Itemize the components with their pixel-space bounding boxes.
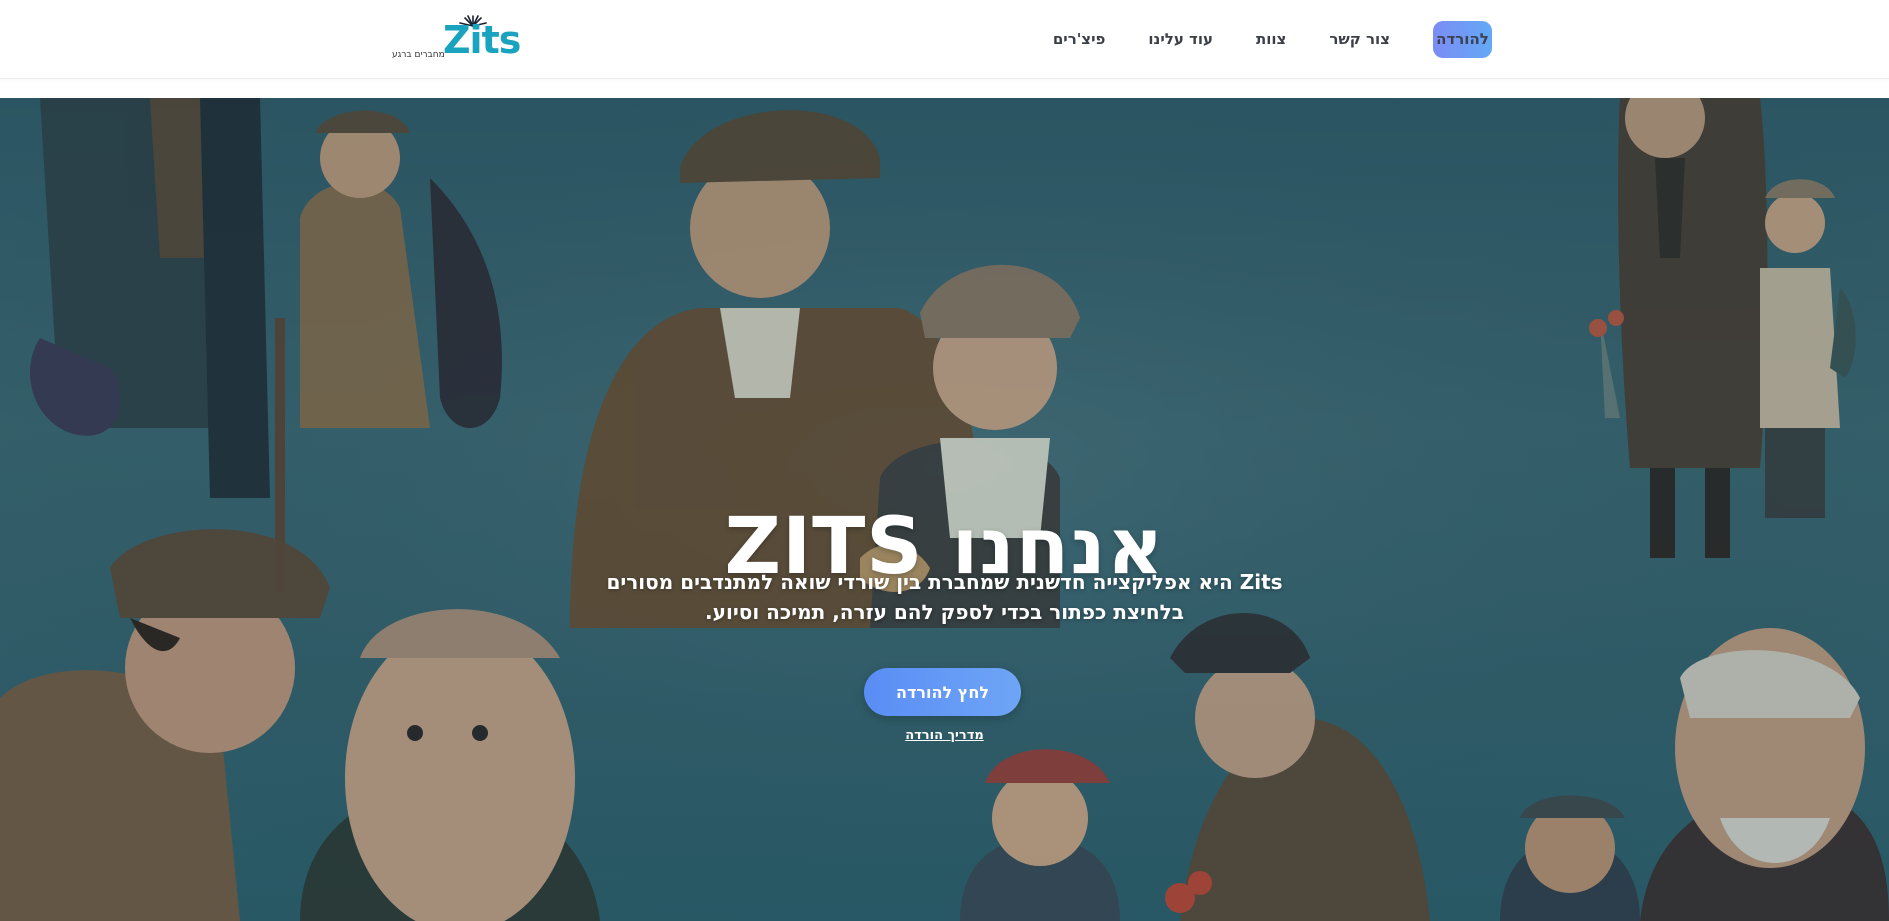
download-cta-button[interactable]: לחץ להורדה — [864, 668, 1021, 716]
zits-logo[interactable]: Zits מחברים ברגע — [390, 14, 521, 64]
logo-tagline: מחברים ברגע — [392, 50, 445, 60]
hero-description: Zits היא אפליקצייה חדשנית שמחברת בין שור… — [606, 570, 1283, 624]
download-guide-link[interactable]: מדריך הורדה — [0, 728, 1889, 743]
hero-section: אנחנו ZITS Zits היא אפליקצייה חדשנית שמח… — [0, 98, 1889, 921]
nav-contact[interactable]: צור קשר — [1329, 30, 1390, 48]
main-nav: פיצ'רים עוד עלינו צוות צור קשר להורדה — [1010, 20, 1492, 58]
nav-team[interactable]: צוות — [1256, 30, 1286, 48]
nav-about[interactable]: עוד עלינו — [1148, 30, 1213, 48]
nav-download-button[interactable]: להורדה — [1433, 20, 1492, 58]
logo-wordmark: Zits — [443, 18, 521, 62]
site-header: Zits מחברים ברגע פיצ'רים עוד עלינו צוות … — [0, 0, 1889, 79]
nav-features[interactable]: פיצ'רים — [1053, 30, 1106, 48]
